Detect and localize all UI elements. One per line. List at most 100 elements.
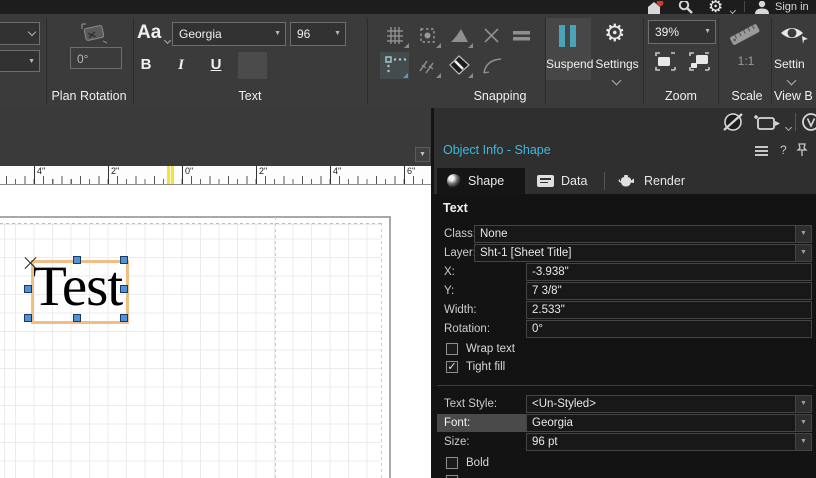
dropdown-arrow-icon[interactable]: ▼ — [795, 396, 811, 412]
snapping-section-label: Snapping — [473, 89, 527, 103]
viewport-icon[interactable] — [752, 112, 782, 134]
zoom-level-value: 39% — [655, 25, 680, 39]
class-row: Class: None ▼ — [434, 225, 816, 243]
vectorworks-cloud-icon[interactable] — [800, 111, 816, 135]
data-card-icon — [537, 175, 554, 187]
width-input[interactable]: 2.533" — [526, 301, 812, 319]
selection-handle[interactable] — [120, 314, 128, 322]
tab-render[interactable]: Render — [607, 168, 699, 194]
panel-title: Object Info - Shape — [443, 143, 551, 157]
user-account-icon[interactable] — [753, 1, 771, 14]
suspend-button[interactable]: Suspend — [546, 18, 593, 80]
bold-button[interactable]: B — [133, 52, 159, 78]
selection-handle[interactable] — [73, 256, 81, 264]
snap-to-point-button[interactable] — [380, 52, 409, 79]
tight-fill-label: Tight fill — [466, 361, 506, 373]
align-right-button[interactable] — [304, 52, 333, 79]
align-center-button[interactable] — [271, 52, 300, 79]
align-left-button[interactable] — [238, 52, 267, 79]
underline-button[interactable]: U — [203, 52, 229, 78]
justify-button[interactable] — [337, 52, 366, 79]
dropdown-arrow-icon[interactable]: ▼ — [795, 245, 811, 261]
class-value: None — [480, 228, 508, 240]
dropdown-arrow-icon[interactable]: ▼ — [795, 434, 811, 450]
ruler-major-tick — [108, 166, 109, 184]
tab-data[interactable]: Data — [527, 168, 603, 194]
fit-to-page-button[interactable] — [685, 48, 714, 75]
snap-arc-button[interactable] — [477, 52, 506, 79]
search-icon[interactable] — [676, 1, 694, 14]
snap-tangent-button[interactable] — [413, 52, 442, 79]
page-area[interactable]: Test — [0, 185, 431, 478]
rotation-input[interactable]: 0° — [526, 320, 812, 338]
x-input[interactable]: -3.938" — [526, 263, 812, 281]
font-dropdown[interactable]: Georgia ▼ — [526, 414, 812, 432]
ruler-options-button[interactable]: ▼ — [415, 147, 430, 162]
clipped-combobox-bottom[interactable]: ▼ — [0, 50, 40, 72]
tight-fill-checkbox[interactable]: ✓ — [446, 361, 458, 373]
fit-to-objects-button[interactable] — [651, 48, 680, 75]
chevron-down-icon[interactable] — [163, 32, 172, 46]
tab-label: Render — [644, 174, 685, 188]
zoom-level-combobox[interactable]: 39% ▼ — [648, 20, 716, 44]
sign-in-button[interactable]: Sign in — [775, 0, 816, 14]
pin-icon[interactable] — [796, 143, 808, 157]
selection-handle[interactable] — [120, 256, 128, 264]
chevron-down-icon[interactable] — [784, 119, 793, 133]
flyout-corner-icon — [404, 43, 409, 48]
selection-handle[interactable] — [120, 285, 128, 293]
panel-group-divider — [437, 385, 813, 386]
hide-details-icon[interactable] — [720, 110, 746, 134]
chevron-down-icon[interactable] — [786, 73, 797, 87]
snap-to-angle-button[interactable] — [445, 22, 474, 49]
dropdown-arrow-icon[interactable]: ▼ — [795, 226, 811, 242]
snap-to-grid-button[interactable] — [381, 22, 410, 49]
y-input[interactable]: 7 3/8" — [526, 282, 812, 300]
application-window: ⚙ Sign in ▼ 0° Plan Rotation Aa Georgia … — [0, 0, 816, 478]
font-size-combobox[interactable]: 96 ▼ — [290, 22, 346, 46]
plan-rotation-angle-input[interactable]: 0° — [70, 47, 122, 69]
layer-dropdown[interactable]: Sht-1 [Sheet Title] ▼ — [474, 244, 812, 262]
ruler-major-tick — [404, 166, 405, 184]
view-bar-settings-label[interactable]: Settin — [774, 57, 816, 71]
clipped-combobox-top[interactable] — [0, 22, 40, 45]
pause-icon — [570, 25, 576, 47]
ruler-unit-label: 4" — [37, 166, 46, 176]
settings-label[interactable]: Settings — [593, 57, 641, 71]
drawing-canvas[interactable]: ▼ 4" 2" 0" 2" 4" 6" Test — [0, 108, 431, 478]
italic-button[interactable]: I — [168, 52, 194, 78]
gear-icon[interactable]: ⚙ — [708, 0, 726, 14]
text-style-dropdown[interactable]: <Un-Styled> ▼ — [526, 395, 812, 413]
snap-to-object-button[interactable] — [413, 22, 442, 49]
dropdown-arrow-icon[interactable]: ▼ — [334, 23, 341, 45]
flyout-corner-icon — [436, 73, 441, 78]
wrap-text-row: Wrap text — [434, 341, 816, 357]
view-bar-eye-icon[interactable] — [778, 20, 814, 50]
chevron-down-icon[interactable] — [611, 73, 622, 87]
bold-row: Bold — [434, 455, 816, 471]
selection-handle[interactable] — [73, 314, 81, 322]
font-name-combobox[interactable]: Georgia ▼ — [172, 22, 286, 46]
dropdown-arrow-icon[interactable]: ▼ — [795, 415, 811, 431]
selection-handle[interactable] — [24, 314, 32, 322]
page-right-edge — [389, 216, 391, 478]
class-dropdown[interactable]: None ▼ — [474, 225, 812, 243]
panel-menu-icon[interactable] — [755, 146, 768, 156]
snap-parallel-button[interactable] — [507, 22, 536, 49]
home-icon[interactable] — [646, 1, 664, 14]
ruler-unit-label: 6" — [407, 166, 416, 176]
tab-shape[interactable]: Shape — [437, 168, 525, 194]
snap-to-edge-button[interactable] — [445, 52, 474, 79]
dropdown-arrow-icon[interactable]: ▼ — [704, 21, 711, 43]
help-icon[interactable]: ? — [780, 143, 787, 157]
dropdown-arrow-icon[interactable]: ▼ — [274, 23, 281, 45]
settings-gear-icon[interactable]: ⚙ — [604, 22, 626, 46]
plan-rotation-icon[interactable] — [78, 21, 110, 47]
bold-checkbox[interactable] — [446, 457, 458, 469]
wrap-text-checkbox[interactable] — [446, 343, 458, 355]
snap-to-intersection-button[interactable] — [477, 22, 506, 49]
print-margin-horizontal — [0, 223, 382, 224]
size-dropdown[interactable]: 96 pt ▼ — [526, 433, 812, 451]
text-style-aa-button[interactable]: Aa — [137, 22, 161, 44]
selection-handle[interactable] — [24, 285, 32, 293]
